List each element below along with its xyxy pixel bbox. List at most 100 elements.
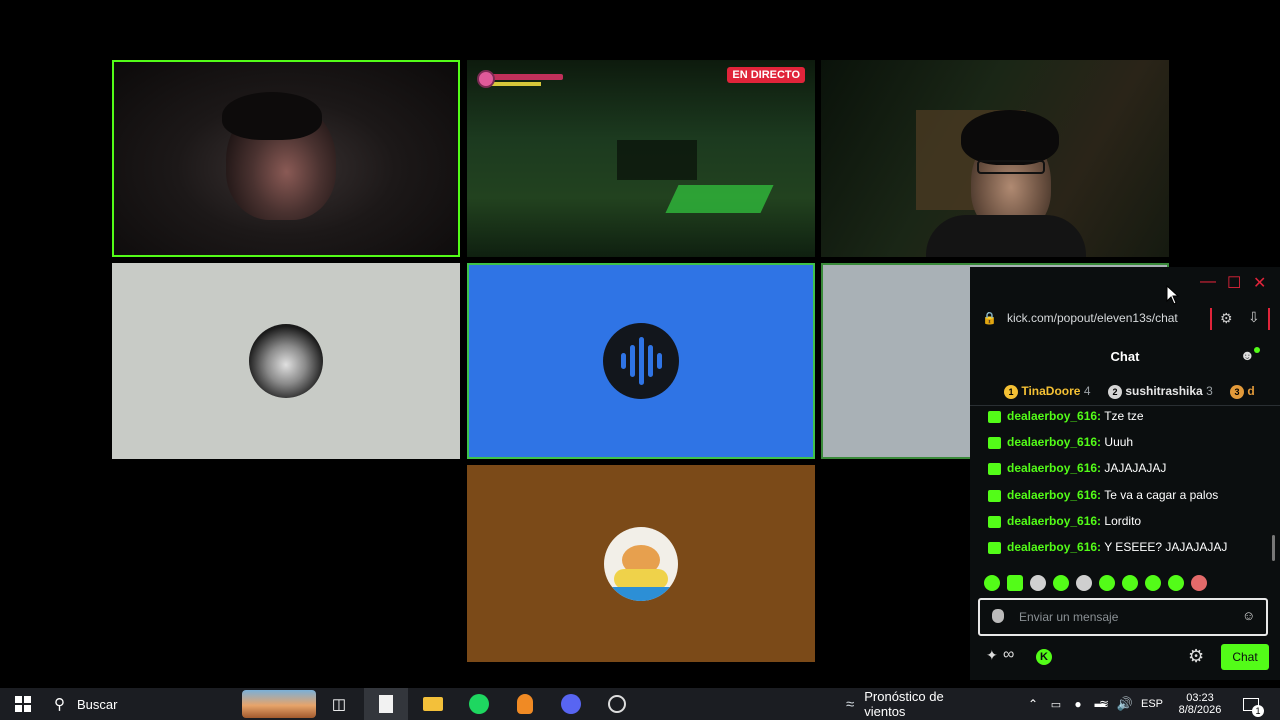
emote-icon[interactable] xyxy=(1122,574,1138,591)
chat-text: Tze tze xyxy=(1104,409,1144,423)
participant-body xyxy=(926,215,1086,257)
clock[interactable]: 03:23 8/8/2026 xyxy=(1172,688,1228,720)
discord-icon[interactable] xyxy=(558,688,584,720)
weather-label: Pronóstico de vientos xyxy=(864,689,944,719)
emoji-icon[interactable]: ☺ xyxy=(1242,608,1255,623)
chat-input-placeholder: Enviar un mensaje xyxy=(1019,610,1119,624)
subscriber-badge-icon xyxy=(988,515,1001,528)
participant-tile-3[interactable] xyxy=(821,60,1169,257)
chat-username[interactable]: dealaerboy_616: xyxy=(1007,461,1101,475)
chat-username[interactable]: dealaerboy_616: xyxy=(1007,409,1101,423)
volume-icon[interactable]: 🔊 xyxy=(1116,688,1134,720)
language-indicator[interactable]: ESP xyxy=(1138,688,1166,720)
notepad-app-icon[interactable] xyxy=(364,688,408,720)
chat-scrollbar[interactable] xyxy=(1272,535,1275,561)
minimize-icon[interactable]: — xyxy=(1200,273,1216,291)
participant-tile-1[interactable] xyxy=(112,60,460,257)
search-icon: ⚲ xyxy=(54,696,65,713)
chat-message[interactable]: dealaerboy_616: Y ESEEE? JAJAJAJAJ xyxy=(988,540,1227,554)
chat-message[interactable]: dealaerboy_616: JAJAJAJAJ xyxy=(988,461,1166,475)
emote-bar xyxy=(984,574,1214,592)
game-floor-glow xyxy=(665,185,774,213)
clock-date: 8/8/2026 xyxy=(1178,704,1222,716)
send-chat-button[interactable]: Chat xyxy=(1221,644,1269,670)
participant-tile-7[interactable] xyxy=(467,465,815,662)
emote-icon[interactable] xyxy=(1168,574,1184,591)
tray-app-icon[interactable]: ▭ xyxy=(1048,688,1064,720)
online-dot xyxy=(1254,347,1260,353)
chat-popup-window[interactable]: — ☐ ✕ 🔒 kick.com/popout/eleven13s/chat ⚙… xyxy=(970,267,1280,680)
emote-icon[interactable] xyxy=(1145,574,1161,591)
address-bar-accent-right xyxy=(1268,308,1270,330)
address-bar-accent xyxy=(1210,308,1212,330)
chevron-up-icon[interactable]: ⌃ xyxy=(1024,688,1042,720)
extension-icon[interactable]: ⚙ xyxy=(1220,310,1233,327)
participant-video-hair xyxy=(222,92,322,140)
close-icon[interactable]: ✕ xyxy=(1253,273,1266,293)
emote-icon[interactable] xyxy=(1030,574,1046,591)
chat-message[interactable]: dealaerboy_616: Lordito xyxy=(988,514,1141,528)
address-bar[interactable]: 🔒 kick.com/popout/eleven13s/chat ⚙ ⇩ xyxy=(970,305,1280,333)
emote-icon[interactable] xyxy=(1007,574,1023,591)
mouse-cursor-icon xyxy=(1166,285,1180,305)
infinity-icon[interactable]: ∞ xyxy=(1003,646,1014,664)
participant-tile-4[interactable] xyxy=(112,263,460,459)
wifi-icon[interactable]: ≋ xyxy=(1096,688,1112,720)
task-view-icon[interactable]: ◫ xyxy=(326,688,352,720)
obs-icon[interactable] xyxy=(604,688,630,720)
chat-text: Y ESEEE? JAJAJAJAJ xyxy=(1104,540,1228,554)
chat-text: JAJAJAJAJ xyxy=(1104,461,1167,475)
chat-message[interactable]: dealaerboy_616: Te va a cagar a palos xyxy=(988,488,1218,502)
weather-widget[interactable]: ≈ Pronóstico de vientos xyxy=(846,688,982,720)
chat-username[interactable]: dealaerboy_616: xyxy=(1007,514,1101,528)
participant-tile-5[interactable] xyxy=(467,263,815,459)
subscriber-badge-icon xyxy=(988,436,1001,449)
bronze-medal-icon: 3 xyxy=(1230,384,1244,399)
emote-icon[interactable] xyxy=(1099,574,1115,591)
participant-tile-game-stream[interactable]: EN DIRECTO xyxy=(467,60,815,257)
search-highlight-image[interactable] xyxy=(242,690,316,718)
chat-text: Lordito xyxy=(1104,514,1142,528)
subscriber-badge-icon xyxy=(988,541,1001,554)
fl-studio-icon[interactable] xyxy=(512,688,538,720)
emote-icon[interactable] xyxy=(1076,574,1092,591)
audio-wave-avatar-icon xyxy=(603,323,679,399)
chat-username[interactable]: dealaerboy_616: xyxy=(1007,435,1101,449)
wind-icon: ≈ xyxy=(846,695,855,713)
participant-avatar xyxy=(249,324,323,398)
leader-2[interactable]: 2 sushitrashika 3 xyxy=(1108,384,1213,399)
url-text: kick.com/popout/eleven13s/chat xyxy=(1007,311,1178,325)
glasses xyxy=(977,160,1045,174)
emote-icon[interactable] xyxy=(984,574,1000,591)
windows-start-button[interactable] xyxy=(10,688,36,720)
users-icon[interactable]: ☻ xyxy=(1240,347,1255,363)
settings-gear-icon[interactable]: ⚙ xyxy=(1188,646,1204,667)
kick-logo-icon[interactable]: K xyxy=(1036,649,1052,665)
notifications-icon[interactable]: 1 xyxy=(1238,688,1264,720)
notification-count: 1 xyxy=(1252,705,1264,717)
taskbar: ⚲ Buscar ◫ ≈ Pronóstico de vientos ⌃ ▭ ●… xyxy=(0,688,1280,720)
leader-count: 4 xyxy=(1083,384,1091,398)
leader-1[interactable]: 1 TinaDoore 4 xyxy=(1004,384,1091,399)
chat-title: Chat xyxy=(1110,349,1140,364)
silver-medal-icon: 2 xyxy=(1108,384,1122,399)
spotify-icon[interactable] xyxy=(466,688,492,720)
taskbar-search[interactable]: ⚲ Buscar xyxy=(46,688,246,720)
leader-name: d xyxy=(1247,384,1255,398)
chat-username[interactable]: dealaerboy_616: xyxy=(1007,488,1101,502)
maximize-icon[interactable]: ☐ xyxy=(1227,273,1241,293)
download-icon[interactable]: ⇩ xyxy=(1248,309,1260,326)
clock-time: 03:23 xyxy=(1186,692,1214,704)
chat-username[interactable]: dealaerboy_616: xyxy=(1007,540,1101,554)
chat-message[interactable]: dealaerboy_616: Uuuh xyxy=(988,435,1133,449)
chat-input[interactable]: Enviar un mensaje ☺ xyxy=(978,598,1268,636)
leader-name: TinaDoore xyxy=(1021,384,1081,398)
points-icon[interactable]: ✦ xyxy=(986,647,998,664)
subscriber-badge-icon xyxy=(988,462,1001,475)
file-explorer-icon[interactable] xyxy=(420,688,446,720)
chat-message[interactable]: dealaerboy_616: Tze tze xyxy=(988,409,1144,423)
emote-icon[interactable] xyxy=(1053,574,1069,591)
leader-3[interactable]: 3 d xyxy=(1230,384,1255,399)
microphone-icon[interactable]: ● xyxy=(1070,688,1086,720)
emote-icon[interactable] xyxy=(1191,574,1207,591)
